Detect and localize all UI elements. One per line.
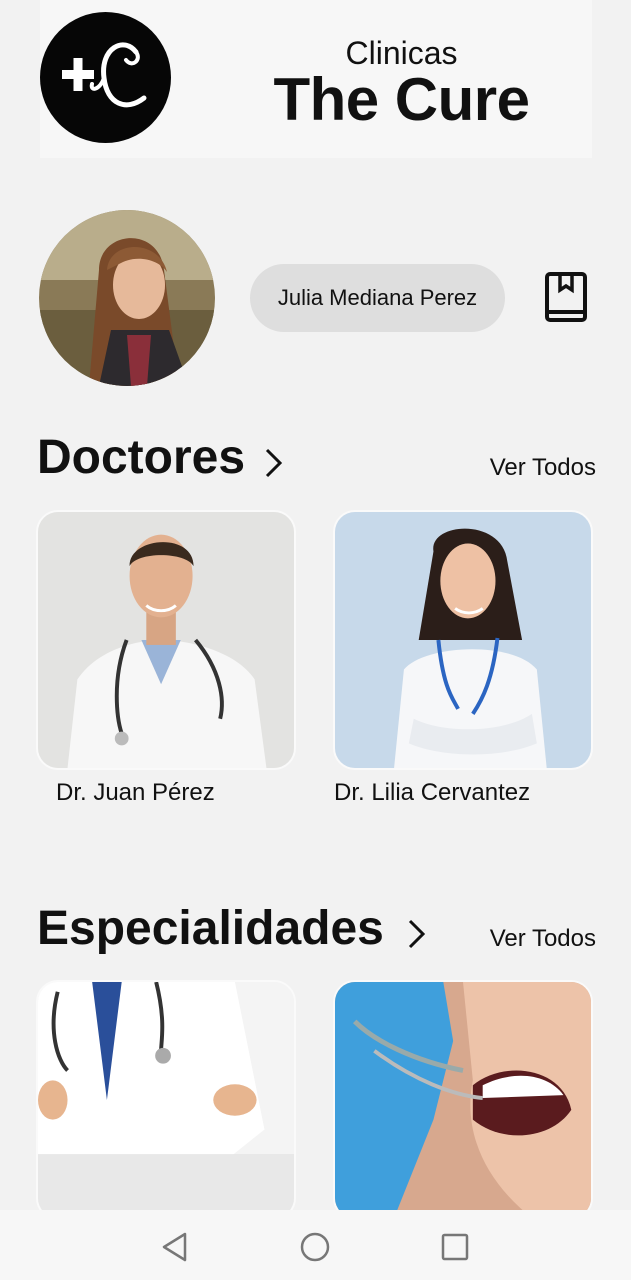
clinic-logo <box>40 12 171 143</box>
chevron-right-icon[interactable] <box>405 917 429 951</box>
doctors-section-title: Doctores <box>37 431 246 484</box>
doctors-view-all-link[interactable]: Ver Todos <box>490 454 596 482</box>
specialty-card[interactable] <box>36 980 296 1220</box>
doctor-name[interactable]: Dr. Juan Pérez <box>56 779 215 807</box>
system-nav-bar <box>0 1210 631 1280</box>
back-triangle-icon[interactable] <box>158 1230 192 1264</box>
specialty-card[interactable] <box>333 980 593 1220</box>
specialties-view-all-link[interactable]: Ver Todos <box>490 925 596 953</box>
chevron-right-icon[interactable] <box>262 446 286 480</box>
home-circle-icon[interactable] <box>298 1230 332 1264</box>
brand-title: The Cure <box>273 66 530 133</box>
recents-square-icon[interactable] <box>438 1230 472 1264</box>
user-name-chip[interactable]: Julia Mediana Perez <box>250 264 505 332</box>
doctor-name[interactable]: Dr. Lilia Cervantez <box>334 779 530 807</box>
doctor-card[interactable] <box>36 510 296 770</box>
bookmark-book-icon[interactable] <box>543 272 589 324</box>
user-avatar[interactable] <box>39 210 215 386</box>
specialties-section-title: Especialidades <box>37 902 384 955</box>
doctor-card[interactable] <box>333 510 593 770</box>
app-header: Clinicas The Cure <box>40 0 592 158</box>
